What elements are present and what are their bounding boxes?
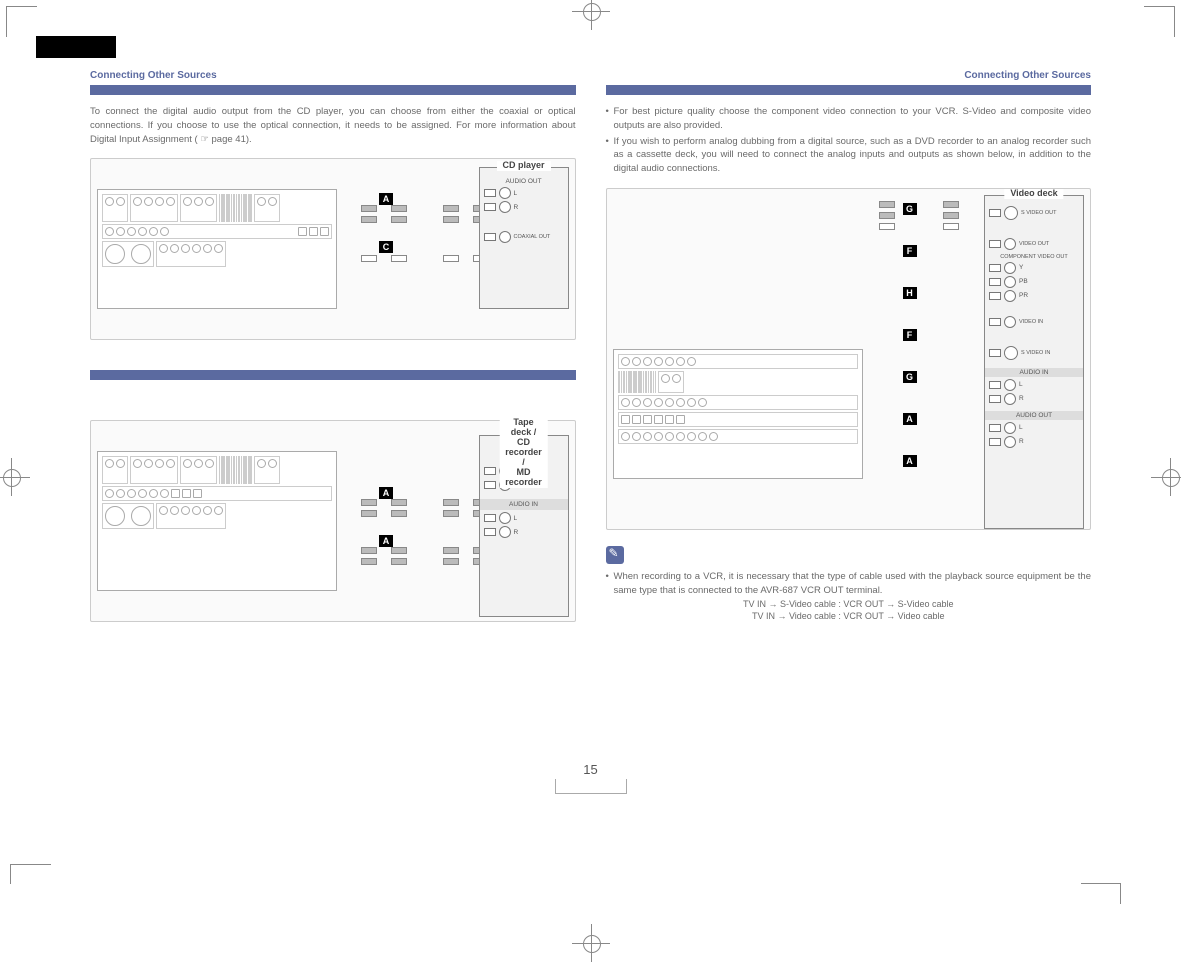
video-deck-device: Video deck S VIDEO OUT VIDEO OUT COMPONE…: [984, 195, 1084, 529]
svideo-in-label: S VIDEO IN: [1021, 350, 1050, 356]
tape-deck-device: Tape deck / CD recorder / MD recorder AU…: [479, 435, 569, 617]
page-number-value: 15: [555, 762, 627, 777]
registration-mark-bottom: [580, 932, 602, 954]
crop-rule-br2: [1120, 884, 1121, 904]
port-r-v: R: [1019, 395, 1024, 402]
port-l-v: L: [1019, 381, 1023, 388]
right-header: Connecting Other Sources: [606, 70, 1092, 81]
black-index-tab: [36, 36, 116, 58]
port-l-3: L: [514, 515, 518, 522]
left-section-bar-2: [90, 370, 576, 380]
crop-corner-tl: [6, 6, 37, 37]
note-bullet: When recording to a VCR, it is necessary…: [606, 570, 1092, 598]
video-in-label: VIDEO IN: [1019, 319, 1043, 325]
note-line-1: TV IN → S-Video cable : VCR OUT → S-Vide…: [606, 599, 1092, 609]
right-bullet-1: For best picture quality choose the comp…: [606, 105, 1092, 133]
right-section-bar: [606, 85, 1092, 95]
port-r: R: [514, 204, 519, 211]
note-block: When recording to a VCR, it is necessary…: [606, 546, 1092, 622]
port-y: Y: [1019, 264, 1023, 271]
right-column: Connecting Other Sources For best pictur…: [606, 70, 1092, 804]
registration-mark-left: [0, 466, 22, 488]
left-intro-text: To connect the digital audio output from…: [90, 105, 576, 146]
cable-badge-column: G F H F G A A: [903, 203, 917, 467]
cd-player-title: CD player: [496, 161, 550, 171]
left-column: Connecting Other Sources To connect the …: [90, 70, 576, 804]
audio-out-label: AUDIO OUT: [484, 178, 564, 185]
receiver-rear-panel: [97, 189, 337, 309]
cable-pair-audio: [361, 205, 377, 223]
svideo-out-label: S VIDEO OUT: [1021, 210, 1056, 216]
right-bullets: For best picture quality choose the comp…: [606, 105, 1092, 176]
receiver-rear-panel-3: [613, 349, 863, 479]
crop-corner-tr: [1144, 6, 1175, 37]
audio-in-label: AUDIO IN: [480, 499, 568, 510]
crop-rule-br: [1081, 883, 1121, 884]
registration-mark-right: [1159, 466, 1181, 488]
receiver-rear-panel-2: [97, 451, 337, 591]
video-deck-title: Video deck: [1004, 189, 1063, 199]
tape-deck-diagram: A A Tape deck / CD recorder / MD recorde…: [90, 420, 576, 622]
note-line-2: TV IN → Video cable : VCR OUT → Video ca…: [606, 611, 1092, 621]
audio-in-label-v: AUDIO IN: [985, 368, 1083, 377]
cd-player-device: CD player AUDIO OUT L R COAXIAL OUT: [479, 167, 569, 309]
video-out-label: VIDEO OUT: [1019, 241, 1049, 247]
audio-out-label-v: AUDIO OUT: [985, 411, 1083, 420]
cable-badge-c: C: [379, 237, 393, 255]
port-pr: PR: [1019, 292, 1028, 299]
left-header: Connecting Other Sources: [90, 70, 576, 81]
pencil-icon: [606, 546, 624, 564]
port-r-v2: R: [1019, 438, 1024, 445]
port-l: L: [514, 190, 518, 197]
registration-mark-top: [580, 0, 602, 22]
port-pb: PB: [1019, 278, 1028, 285]
page-number: 15: [555, 762, 627, 794]
port-l-v2: L: [1019, 424, 1023, 431]
left-section-bar-1: [90, 85, 576, 95]
port-r-3: R: [514, 529, 519, 536]
component-out-label: COMPONENT VIDEO OUT: [989, 254, 1079, 260]
cd-player-diagram: A C CD player AUDIO OUT L R COAXIAL OUT: [90, 158, 576, 340]
right-bullet-2: If you wish to perform analog dubbing fr…: [606, 135, 1092, 176]
coaxial-out-label: COAXIAL OUT: [514, 235, 551, 241]
video-deck-diagram: G F H F G A A: [606, 188, 1092, 530]
page-content: Connecting Other Sources To connect the …: [90, 70, 1091, 804]
crop-rule-bl: [10, 864, 51, 884]
tape-deck-title: Tape deck / CD recorder / MD recorder: [499, 418, 548, 487]
